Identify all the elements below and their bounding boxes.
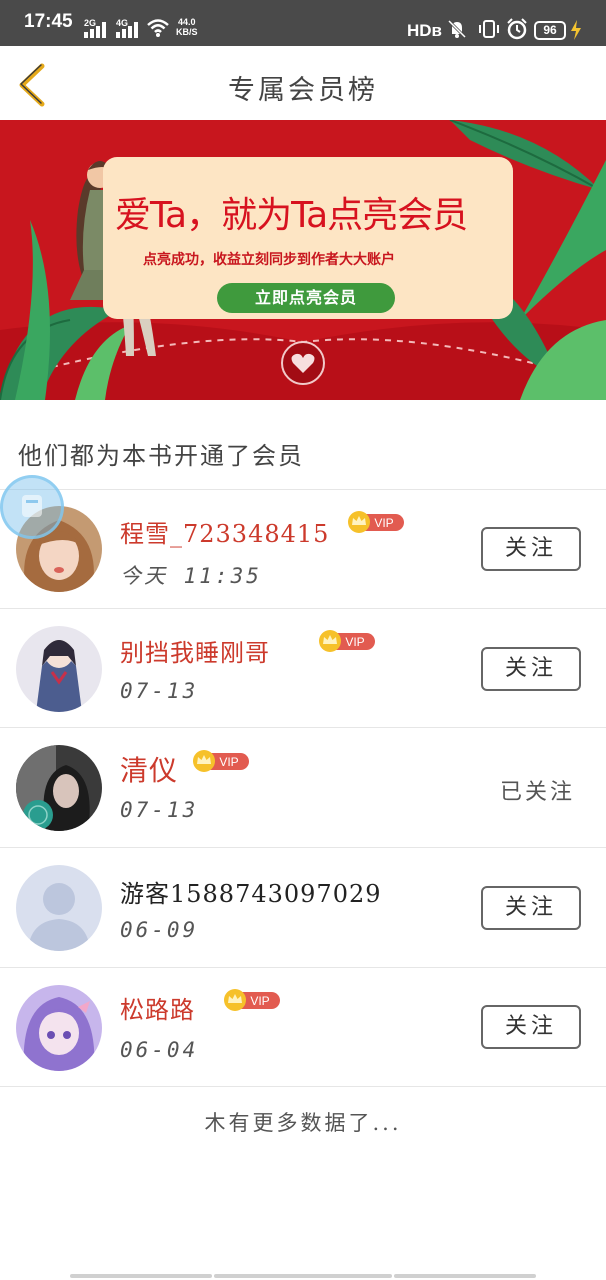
vip-label: VIP [219, 755, 238, 769]
status-time: 17:45 [24, 11, 73, 32]
wifi-icon [147, 19, 169, 37]
charging-bolt-icon [571, 20, 581, 40]
floating-bubble-icon[interactable] [0, 475, 64, 539]
alarm-icon [507, 18, 527, 40]
section-label: 他们都为本书开通了会员 [18, 442, 304, 470]
vip-badge: VIP [348, 511, 404, 533]
light-up-vip-button[interactable]: 立即点亮会员 [217, 283, 395, 313]
vip-label: VIP [345, 635, 364, 649]
signal-bars-icon [116, 22, 140, 38]
member-row[interactable]: 别挡我睡刚哥 VIP 07-13 关注 [0, 609, 606, 727]
no-more-data-note: 木有更多数据了... [204, 1111, 402, 1135]
followed-status[interactable]: 已关注 [500, 774, 575, 806]
mute-bell-icon [447, 19, 467, 39]
banner-headline: 爱Ta，就为Ta点亮会员 [115, 195, 468, 236]
follow-button[interactable]: 关注 [481, 647, 581, 691]
nav-bar-segment [70, 1274, 212, 1278]
vip-label: VIP [374, 516, 393, 530]
banner-subtitle: 点亮成功，收益立刻同步到作者大大账户 [143, 252, 395, 268]
member-row[interactable]: 游客1588743097029 06-09 关注 [0, 848, 606, 966]
battery-icon: 96 [534, 21, 566, 40]
speed-unit: KB/S [176, 27, 198, 37]
member-name: 松路路 [120, 996, 195, 1024]
follow-button[interactable]: 关注 [481, 886, 581, 930]
default-avatar-icon [16, 865, 102, 951]
promo-banner[interactable]: 爱Ta，就为Ta点亮会员 点亮成功，收益立刻同步到作者大大账户 立即点亮会员 [0, 120, 606, 400]
divider [0, 1086, 606, 1087]
speed-value: 44.0 [177, 17, 196, 27]
member-date: 06-09 [120, 918, 199, 942]
member-date: 今天 11:35 [120, 564, 262, 588]
follow-button[interactable]: 关注 [481, 527, 581, 571]
member-name: 程雪_723348415 [120, 520, 330, 548]
nav-bar-segment [214, 1274, 392, 1278]
member-date: 06-04 [120, 1038, 199, 1062]
avatar[interactable] [16, 985, 102, 1071]
avatar[interactable] [16, 626, 102, 712]
page-title: 专属会员榜 [228, 75, 378, 106]
app-header: 专属会员榜 [0, 46, 606, 120]
avatar[interactable] [16, 745, 102, 831]
member-date: 07-13 [120, 798, 199, 822]
vip-label: VIP [250, 994, 269, 1008]
vip-badge: VIP [224, 989, 280, 1011]
avatar[interactable] [16, 865, 102, 951]
member-name: 别挡我睡刚哥 [120, 639, 270, 667]
member-name: 清仪 [120, 754, 179, 787]
vip-badge: VIP [193, 750, 249, 772]
hd-indicator: HDв [407, 21, 443, 40]
nav-bar-segment [394, 1274, 536, 1278]
member-name: 游客1588743097029 [120, 880, 382, 908]
member-row[interactable]: 程雪_723348415 VIP 今天 11:35 关注 [0, 490, 606, 608]
follow-button[interactable]: 关注 [481, 1005, 581, 1049]
member-row[interactable]: 松路路 VIP 06-04 关注 [0, 968, 606, 1086]
light-up-vip-label: 立即点亮会员 [254, 288, 357, 307]
signal-bars-icon [84, 22, 108, 38]
network-speed: 44.0 KB/S [176, 17, 198, 37]
member-date: 07-13 [120, 679, 199, 703]
status-bar: 17:45 2G 4G 44.0 KB/S HDв 96 [0, 0, 606, 46]
vip-badge: VIP [319, 630, 375, 652]
vibrate-icon [479, 20, 499, 38]
member-row[interactable]: 清仪 VIP 07-13 已关注 [0, 728, 606, 846]
